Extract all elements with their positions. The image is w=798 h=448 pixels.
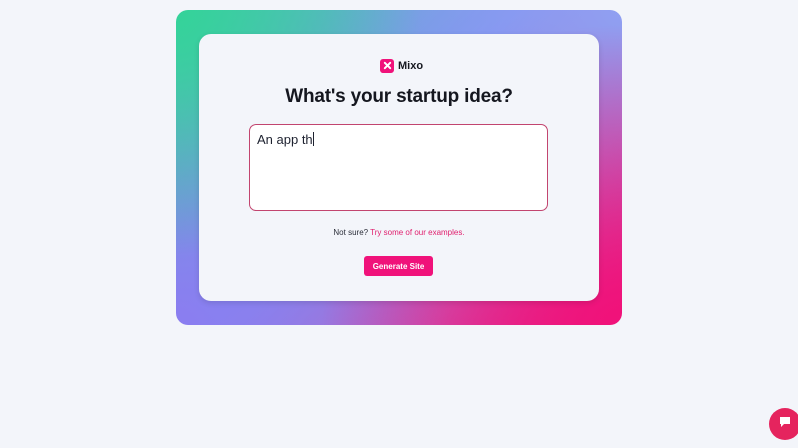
chat-bubble-icon <box>778 415 792 434</box>
examples-hint: Not sure? Try some of our examples. <box>199 228 599 237</box>
text-caret <box>312 132 314 146</box>
page-title: What's your startup idea? <box>285 86 513 107</box>
startup-idea-text: An app th <box>257 132 313 147</box>
brand-name: Mixo <box>398 59 424 72</box>
page: Mixo What's your startup idea? An app th… <box>0 0 798 448</box>
startup-idea-input[interactable]: An app th <box>249 124 548 211</box>
brand-logo: Mixo <box>380 58 423 73</box>
hint-prefix: Not sure? <box>333 228 369 237</box>
x-logo-icon <box>380 58 394 73</box>
examples-link[interactable]: Try some of our examples. <box>370 228 464 237</box>
chat-launcher-button[interactable] <box>769 408 798 440</box>
generate-site-button[interactable]: Generate Site <box>364 256 433 276</box>
